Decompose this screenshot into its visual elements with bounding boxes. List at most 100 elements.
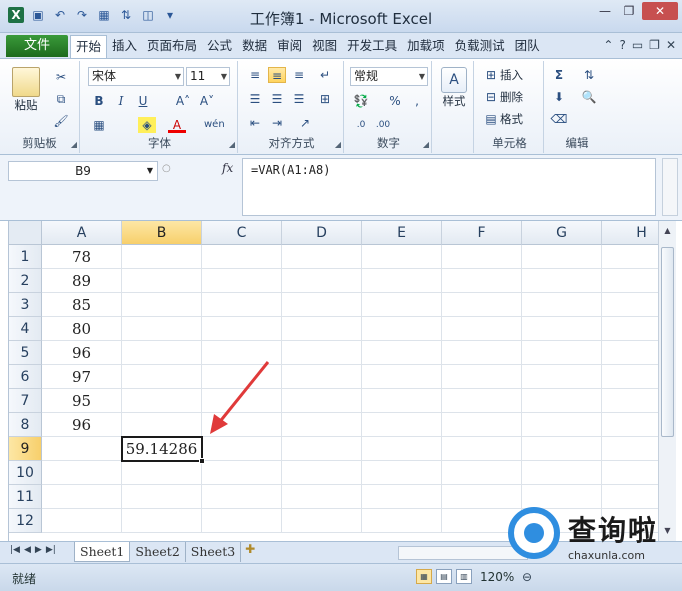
new-sheet-icon[interactable]: ✚ <box>241 542 259 562</box>
phonetic-button[interactable]: wén <box>204 117 225 133</box>
cell-h9[interactable] <box>602 437 658 461</box>
styles-button[interactable]: A 样式 <box>438 67 470 109</box>
cell-c2[interactable] <box>202 269 282 293</box>
cell-b3[interactable] <box>122 293 202 317</box>
cell-h1[interactable] <box>602 245 658 269</box>
increase-indent-icon[interactable]: ⇥ <box>268 115 286 131</box>
copy-icon[interactable]: ⧉ <box>52 91 70 107</box>
ribbon-tab-3[interactable]: 公式 <box>202 35 237 58</box>
column-header-a[interactable]: A <box>42 221 122 245</box>
cell-g4[interactable] <box>522 317 602 341</box>
row-header-3[interactable]: 3 <box>9 293 42 317</box>
cell-g6[interactable] <box>522 365 602 389</box>
cell-d12[interactable] <box>282 509 362 533</box>
comma-button[interactable]: , <box>408 93 426 109</box>
last-sheet-icon[interactable]: ▶| <box>46 545 56 555</box>
page-break-view-icon[interactable]: ▥ <box>456 569 472 584</box>
decrease-decimal-icon[interactable]: .00 <box>374 117 392 133</box>
cell-a12[interactable] <box>42 509 122 533</box>
percent-button[interactable]: % <box>386 93 404 109</box>
cell-b1[interactable] <box>122 245 202 269</box>
shrink-font-button[interactable]: A˅ <box>198 93 216 109</box>
ribbon-tab-5[interactable]: 审阅 <box>272 35 307 58</box>
cell-a8[interactable]: 96 <box>42 413 122 437</box>
cell-g5[interactable] <box>522 341 602 365</box>
cell-h10[interactable] <box>602 461 658 485</box>
cell-c9[interactable] <box>202 437 282 461</box>
cell-h3[interactable] <box>602 293 658 317</box>
cell-f6[interactable] <box>442 365 522 389</box>
cell-b8[interactable] <box>122 413 202 437</box>
cell-c4[interactable] <box>202 317 282 341</box>
cell-e12[interactable] <box>362 509 442 533</box>
align-left-icon[interactable]: ☰ <box>246 91 264 107</box>
cell-f10[interactable] <box>442 461 522 485</box>
doc-close-icon[interactable]: ✕ <box>666 38 676 52</box>
ribbon-tab-9[interactable]: 负载测试 <box>450 35 510 58</box>
cell-f5[interactable] <box>442 341 522 365</box>
cell-c11[interactable] <box>202 485 282 509</box>
next-sheet-icon[interactable]: ▶ <box>35 545 42 555</box>
row-header-6[interactable]: 6 <box>9 365 42 389</box>
cell-d3[interactable] <box>282 293 362 317</box>
scroll-up-icon[interactable]: ▲ <box>660 223 675 239</box>
column-header-b[interactable]: B <box>122 221 202 245</box>
cell-e11[interactable] <box>362 485 442 509</box>
align-middle-icon[interactable]: ≡ <box>268 67 286 83</box>
ribbon-tab-8[interactable]: 加载项 <box>402 35 450 58</box>
delete-cells-button[interactable]: ⊟ 删除 <box>482 89 523 105</box>
autosum-button[interactable]: Σ <box>550 67 568 83</box>
cell-d6[interactable] <box>282 365 362 389</box>
cell-h5[interactable] <box>602 341 658 365</box>
cell-e3[interactable] <box>362 293 442 317</box>
row-header-10[interactable]: 10 <box>9 461 42 485</box>
ribbon-tab-0[interactable]: 开始 <box>70 35 108 58</box>
sheet-tab-sheet3[interactable]: Sheet3 <box>186 542 242 562</box>
fill-handle[interactable] <box>199 458 205 464</box>
row-header-9[interactable]: 9 <box>9 437 42 461</box>
cell-b10[interactable] <box>122 461 202 485</box>
cell-f7[interactable] <box>442 389 522 413</box>
cell-e7[interactable] <box>362 389 442 413</box>
sheet-tab-sheet2[interactable]: Sheet2 <box>130 542 186 562</box>
sort-filter-icon[interactable]: ⇅ <box>580 67 598 83</box>
cut-icon[interactable]: ✂ <box>52 69 70 85</box>
alignment-launcher-icon[interactable]: ◢ <box>335 140 341 149</box>
cell-a11[interactable] <box>42 485 122 509</box>
cell-e6[interactable] <box>362 365 442 389</box>
row-header-4[interactable]: 4 <box>9 317 42 341</box>
fill-color-icon[interactable]: ◈ <box>138 117 156 133</box>
cell-d11[interactable] <box>282 485 362 509</box>
cell-b4[interactable] <box>122 317 202 341</box>
formula-input[interactable]: =VAR(A1:A8) <box>242 158 656 216</box>
cell-a2[interactable]: 89 <box>42 269 122 293</box>
format-painter-icon[interactable]: 🖌 <box>52 113 70 129</box>
number-launcher-icon[interactable]: ◢ <box>423 140 429 149</box>
font-name-combo[interactable]: 宋体 ▼ <box>88 67 184 86</box>
doc-minimize-icon[interactable]: ▭ <box>632 38 643 52</box>
cell-e2[interactable] <box>362 269 442 293</box>
column-header-h[interactable]: H <box>602 221 658 245</box>
cell-d9[interactable] <box>282 437 362 461</box>
cell-f2[interactable] <box>442 269 522 293</box>
paste-button[interactable]: 粘贴 <box>8 67 44 113</box>
sheet-tab-sheet1[interactable]: Sheet1 <box>74 542 131 562</box>
ribbon-tab-7[interactable]: 开发工具 <box>342 35 402 58</box>
border-icon[interactable]: ▦ <box>90 117 108 133</box>
cell-f9[interactable] <box>442 437 522 461</box>
ribbon-tab-6[interactable]: 视图 <box>307 35 342 58</box>
cell-c5[interactable] <box>202 341 282 365</box>
number-format-combo[interactable]: 常规 ▼ <box>350 67 428 86</box>
cell-b5[interactable] <box>122 341 202 365</box>
formula-bar-scrollbar[interactable] <box>662 158 678 216</box>
cell-c1[interactable] <box>202 245 282 269</box>
cell-e1[interactable] <box>362 245 442 269</box>
row-header-1[interactable]: 1 <box>9 245 42 269</box>
doc-restore-icon[interactable]: ❐ <box>649 38 660 52</box>
cell-b7[interactable] <box>122 389 202 413</box>
italic-button[interactable]: I <box>112 93 130 109</box>
cell-d7[interactable] <box>282 389 362 413</box>
ribbon-tab-1[interactable]: 插入 <box>107 35 142 58</box>
cell-h2[interactable] <box>602 269 658 293</box>
cell-c3[interactable] <box>202 293 282 317</box>
